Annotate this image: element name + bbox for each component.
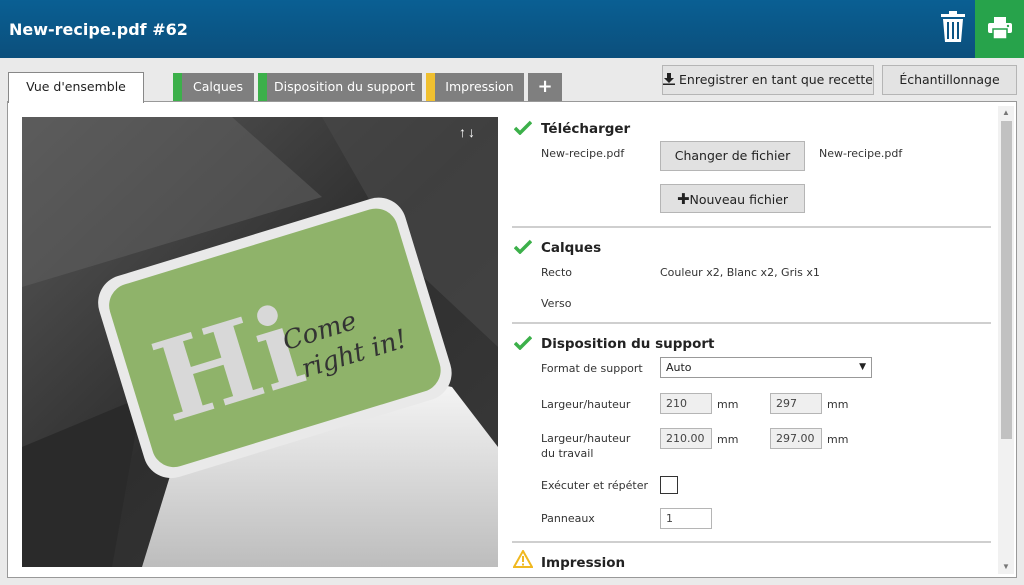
recto-value: Couleur x2, Blanc x2, Gris x1 bbox=[660, 266, 820, 279]
change-file-label: Changer de fichier bbox=[674, 148, 791, 163]
step-repeat-label: Exécuter et répéter bbox=[541, 479, 648, 492]
upload-file-name: New-recipe.pdf bbox=[541, 147, 625, 160]
width-field[interactable]: 210 bbox=[660, 393, 712, 414]
new-file-label: Nouveau fichier bbox=[689, 192, 789, 207]
details-scrollbar[interactable]: ▲ ▼ bbox=[998, 106, 1014, 574]
job-size-label-line1: Largeur/hauteur bbox=[541, 432, 631, 445]
details-pane: Télécharger New-recipe.pdf Changer de fi… bbox=[512, 110, 994, 572]
tab-label: Impression bbox=[445, 79, 514, 94]
step-repeat-checkbox[interactable] bbox=[660, 476, 678, 494]
current-file-name: New-recipe.pdf bbox=[819, 147, 903, 160]
section-divider bbox=[512, 226, 991, 228]
status-bar-yellow bbox=[426, 73, 435, 101]
section-divider bbox=[512, 541, 991, 543]
save-as-recipe-button[interactable]: Enregistrer en tant que recette bbox=[662, 65, 874, 95]
new-file-button[interactable]: ✚Nouveau fichier bbox=[660, 184, 805, 213]
check-icon bbox=[514, 239, 532, 254]
preview-illustration: Hi Come right in! bbox=[22, 117, 498, 567]
sampling-button[interactable]: Échantillonnage bbox=[882, 65, 1017, 95]
sampling-label: Échantillonnage bbox=[899, 72, 1000, 87]
add-tab-button[interactable]: + bbox=[528, 73, 562, 101]
panels-field[interactable]: 1 bbox=[660, 508, 712, 529]
width-unit: mm bbox=[717, 398, 739, 411]
layers-section-title: Calques bbox=[541, 240, 602, 256]
panels-label: Panneaux bbox=[541, 512, 595, 525]
app-header: New-recipe.pdf #62 bbox=[0, 0, 1024, 58]
width-height-label: Largeur/hauteur bbox=[541, 398, 631, 411]
save-as-recipe-label: Enregistrer en tant que recette bbox=[679, 72, 873, 87]
plus-icon: ✚ bbox=[676, 190, 690, 208]
job-height-unit: mm bbox=[827, 433, 849, 446]
tab-overview[interactable]: Vue d'ensemble bbox=[8, 72, 144, 103]
media-layout-section-title: Disposition du support bbox=[541, 336, 715, 352]
verso-label: Verso bbox=[541, 297, 572, 310]
job-height-field[interactable]: 297.00 bbox=[770, 428, 822, 449]
media-format-value: Auto bbox=[666, 361, 692, 374]
media-format-label: Format de support bbox=[541, 362, 643, 375]
delete-button[interactable] bbox=[937, 10, 969, 44]
flip-arrows-button[interactable]: ↑↓ bbox=[459, 124, 477, 140]
print-section-title: Impression bbox=[541, 555, 626, 571]
section-divider bbox=[512, 322, 991, 324]
arrow-up-icon: ↑ bbox=[459, 124, 468, 140]
download-icon bbox=[663, 73, 676, 85]
height-unit: mm bbox=[827, 398, 849, 411]
warning-icon bbox=[513, 550, 533, 568]
print-button[interactable] bbox=[975, 0, 1024, 58]
arrow-down-icon: ↓ bbox=[468, 124, 477, 140]
tab-print[interactable]: Impression bbox=[426, 73, 524, 101]
tab-media-layout[interactable]: Disposition du support bbox=[258, 73, 422, 101]
trash-icon bbox=[941, 11, 965, 42]
job-width-unit: mm bbox=[717, 433, 739, 446]
job-width-field[interactable]: 210.00 bbox=[660, 428, 712, 449]
change-file-button[interactable]: Changer de fichier bbox=[660, 141, 805, 171]
check-icon bbox=[514, 120, 532, 135]
height-field[interactable]: 297 bbox=[770, 393, 822, 414]
tab-label: Disposition du support bbox=[274, 79, 415, 94]
tab-layers[interactable]: Calques bbox=[173, 73, 254, 101]
tab-label: Vue d'ensemble bbox=[26, 79, 126, 94]
preview-image: Hi Come right in! bbox=[22, 117, 498, 567]
scroll-down-icon[interactable]: ▼ bbox=[998, 560, 1014, 574]
media-format-select[interactable]: Auto ▼ bbox=[660, 357, 872, 378]
status-bar-green bbox=[258, 73, 267, 101]
upload-section-title: Télécharger bbox=[541, 121, 631, 137]
document-title: New-recipe.pdf #62 bbox=[9, 20, 188, 39]
scrollbar-thumb[interactable] bbox=[1001, 121, 1012, 439]
tab-label: Calques bbox=[193, 79, 243, 94]
recto-label: Recto bbox=[541, 266, 573, 279]
printer-icon bbox=[988, 17, 1012, 39]
check-icon bbox=[514, 335, 532, 350]
job-size-label-line2: du travail bbox=[541, 447, 594, 460]
dropdown-caret-icon: ▼ bbox=[859, 362, 866, 372]
scroll-up-icon[interactable]: ▲ bbox=[998, 106, 1014, 120]
status-bar-green bbox=[173, 73, 182, 101]
plus-icon: + bbox=[537, 76, 553, 97]
